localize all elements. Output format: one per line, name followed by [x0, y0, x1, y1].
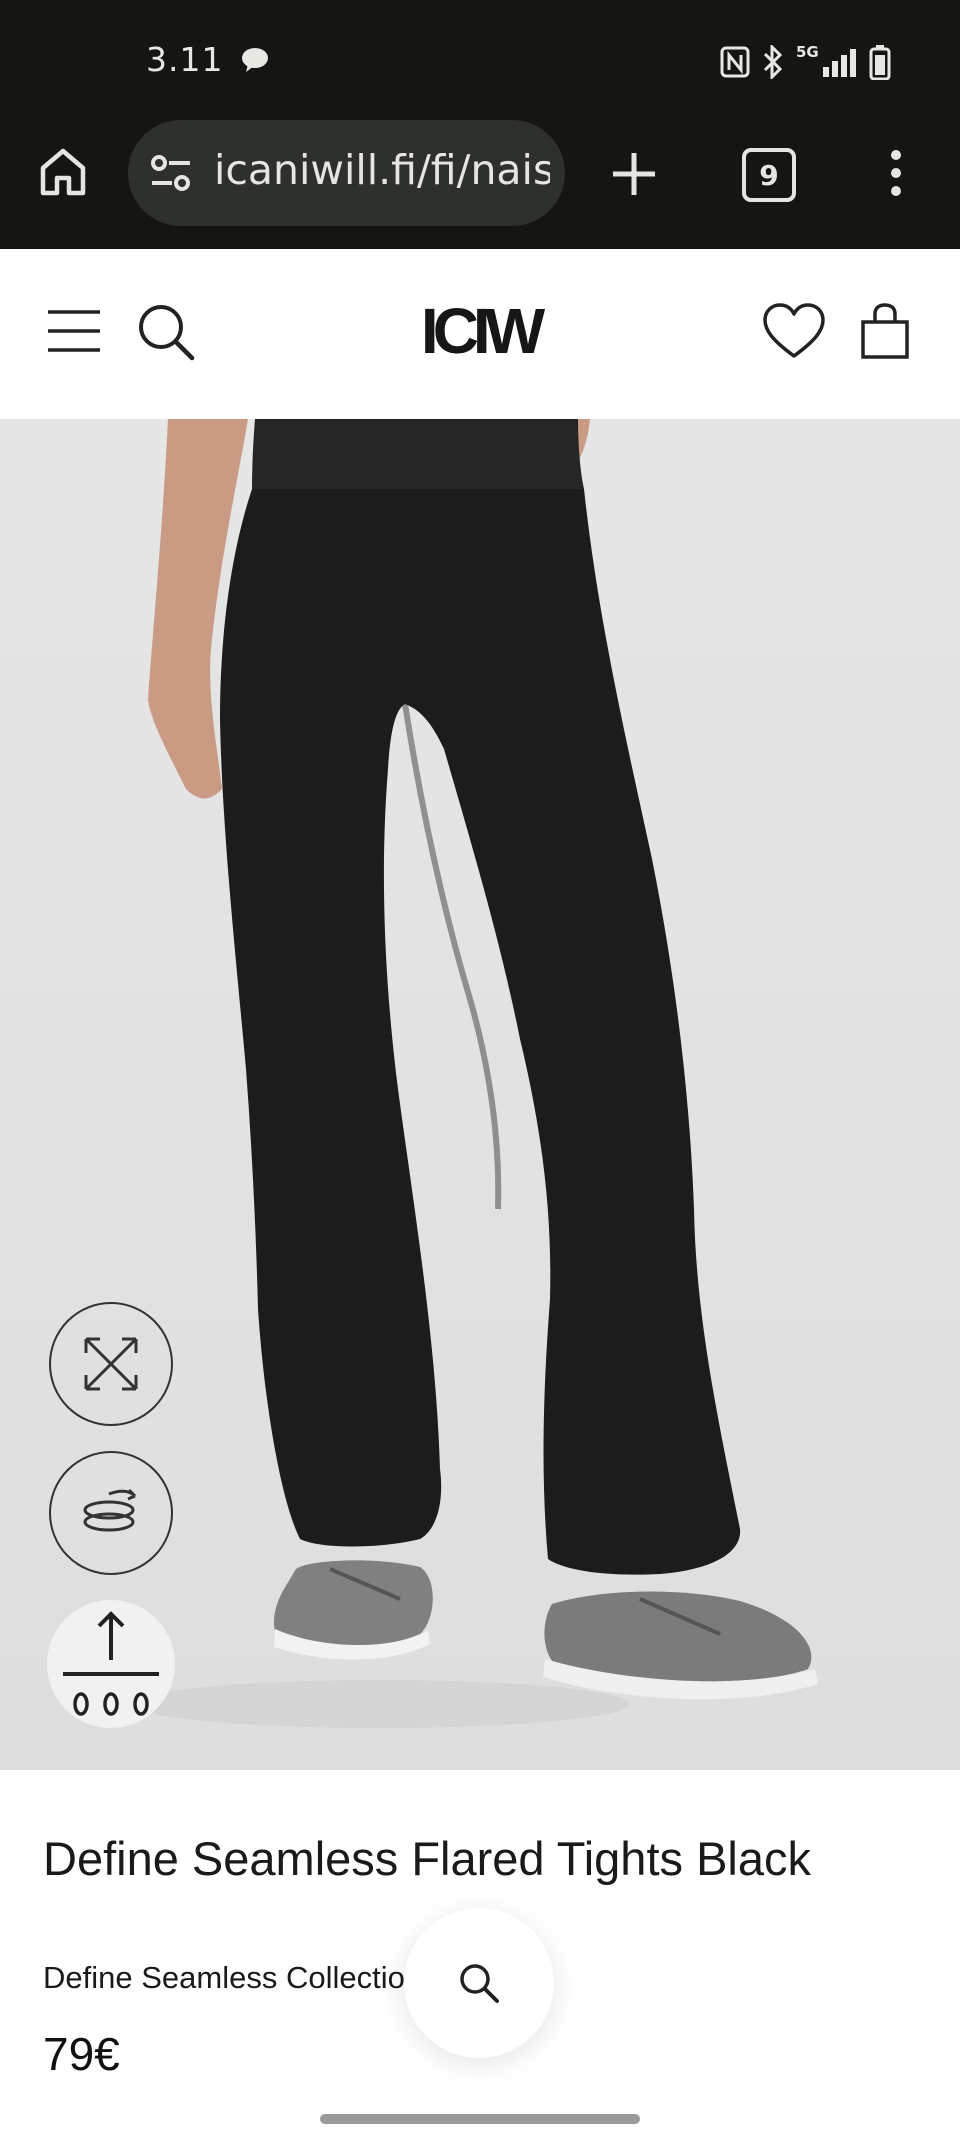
- product-title: Define Seamless Flared Tights Black: [43, 1832, 811, 1885]
- fullscreen-button[interactable]: [49, 1302, 173, 1426]
- product-image[interactable]: [0, 419, 960, 1770]
- size-guide-button[interactable]: [47, 1600, 175, 1728]
- size-guide-icon: [63, 1611, 159, 1716]
- bluetooth-icon: [763, 45, 783, 79]
- status-time: 3.11: [146, 40, 224, 79]
- status-icons: 5G: [720, 42, 891, 82]
- rotate-360-button[interactable]: [49, 1451, 173, 1575]
- network-type: 5G: [796, 43, 819, 61]
- chat-notification-icon: [242, 48, 268, 72]
- expand-icon: [84, 1337, 138, 1391]
- signal-icon: [822, 49, 856, 77]
- floating-search-button[interactable]: [404, 1908, 554, 2058]
- product-photo: [0, 419, 960, 1770]
- home-icon[interactable]: [38, 146, 88, 198]
- tab-switcher-button[interactable]: 9: [742, 148, 796, 202]
- heart-icon[interactable]: [762, 302, 826, 360]
- menu-icon[interactable]: [46, 308, 102, 354]
- rotate-360-icon: [83, 1488, 137, 1532]
- bag-icon[interactable]: [860, 302, 910, 360]
- more-vert-icon[interactable]: [884, 148, 908, 198]
- search-icon[interactable]: [136, 302, 196, 362]
- nfc-icon: [720, 46, 750, 78]
- site-logo[interactable]: ICIW: [410, 296, 550, 366]
- product-price: 79€: [43, 2028, 120, 2080]
- battery-icon: [869, 45, 891, 80]
- url-text[interactable]: icaniwill.fi/fi/naise: [214, 146, 550, 194]
- tune-icon[interactable]: [150, 155, 192, 191]
- product-collection-link[interactable]: Define Seamless Collection: [43, 1960, 411, 1996]
- search-icon: [460, 1964, 499, 2003]
- gesture-navigation-bar[interactable]: [320, 2114, 640, 2124]
- plus-icon[interactable]: [611, 151, 657, 197]
